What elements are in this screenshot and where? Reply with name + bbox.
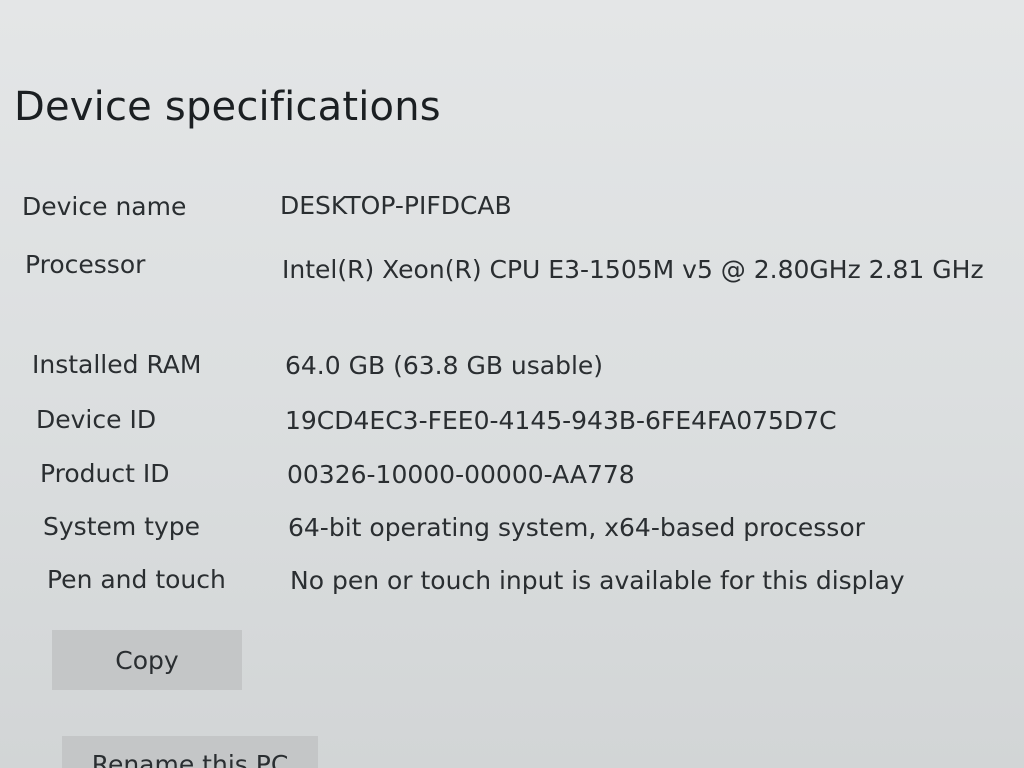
spec-value: 64-bit operating system, x64-based proce… — [288, 513, 865, 542]
copy-button[interactable]: Copy — [52, 630, 242, 690]
spec-value: No pen or touch input is available for t… — [290, 566, 905, 595]
spec-label: Device name — [22, 192, 187, 221]
settings-page: Device specifications Device name DESKTO… — [0, 0, 1024, 768]
spec-value: Intel(R) Xeon(R) CPU E3-1505M v5 @ 2.80G… — [282, 255, 984, 284]
spec-value: 00326-10000-00000-AA778 — [287, 460, 635, 489]
spec-label: Installed RAM — [32, 350, 202, 379]
spec-value: 64.0 GB (63.8 GB usable) — [285, 351, 604, 380]
spec-label: Device ID — [36, 405, 157, 434]
spec-value: DESKTOP-PIFDCAB — [280, 191, 512, 220]
section-title: Device specifications — [14, 84, 441, 130]
spec-label: Processor — [25, 250, 146, 279]
spec-label: System type — [43, 512, 201, 541]
spec-value: 19CD4EC3-FEE0-4145-943B-6FE4FA075D7C — [285, 406, 837, 435]
spec-label: Pen and touch — [47, 565, 226, 594]
spec-label: Product ID — [40, 459, 170, 488]
rename-pc-button[interactable]: Rename this PC — [62, 736, 318, 768]
